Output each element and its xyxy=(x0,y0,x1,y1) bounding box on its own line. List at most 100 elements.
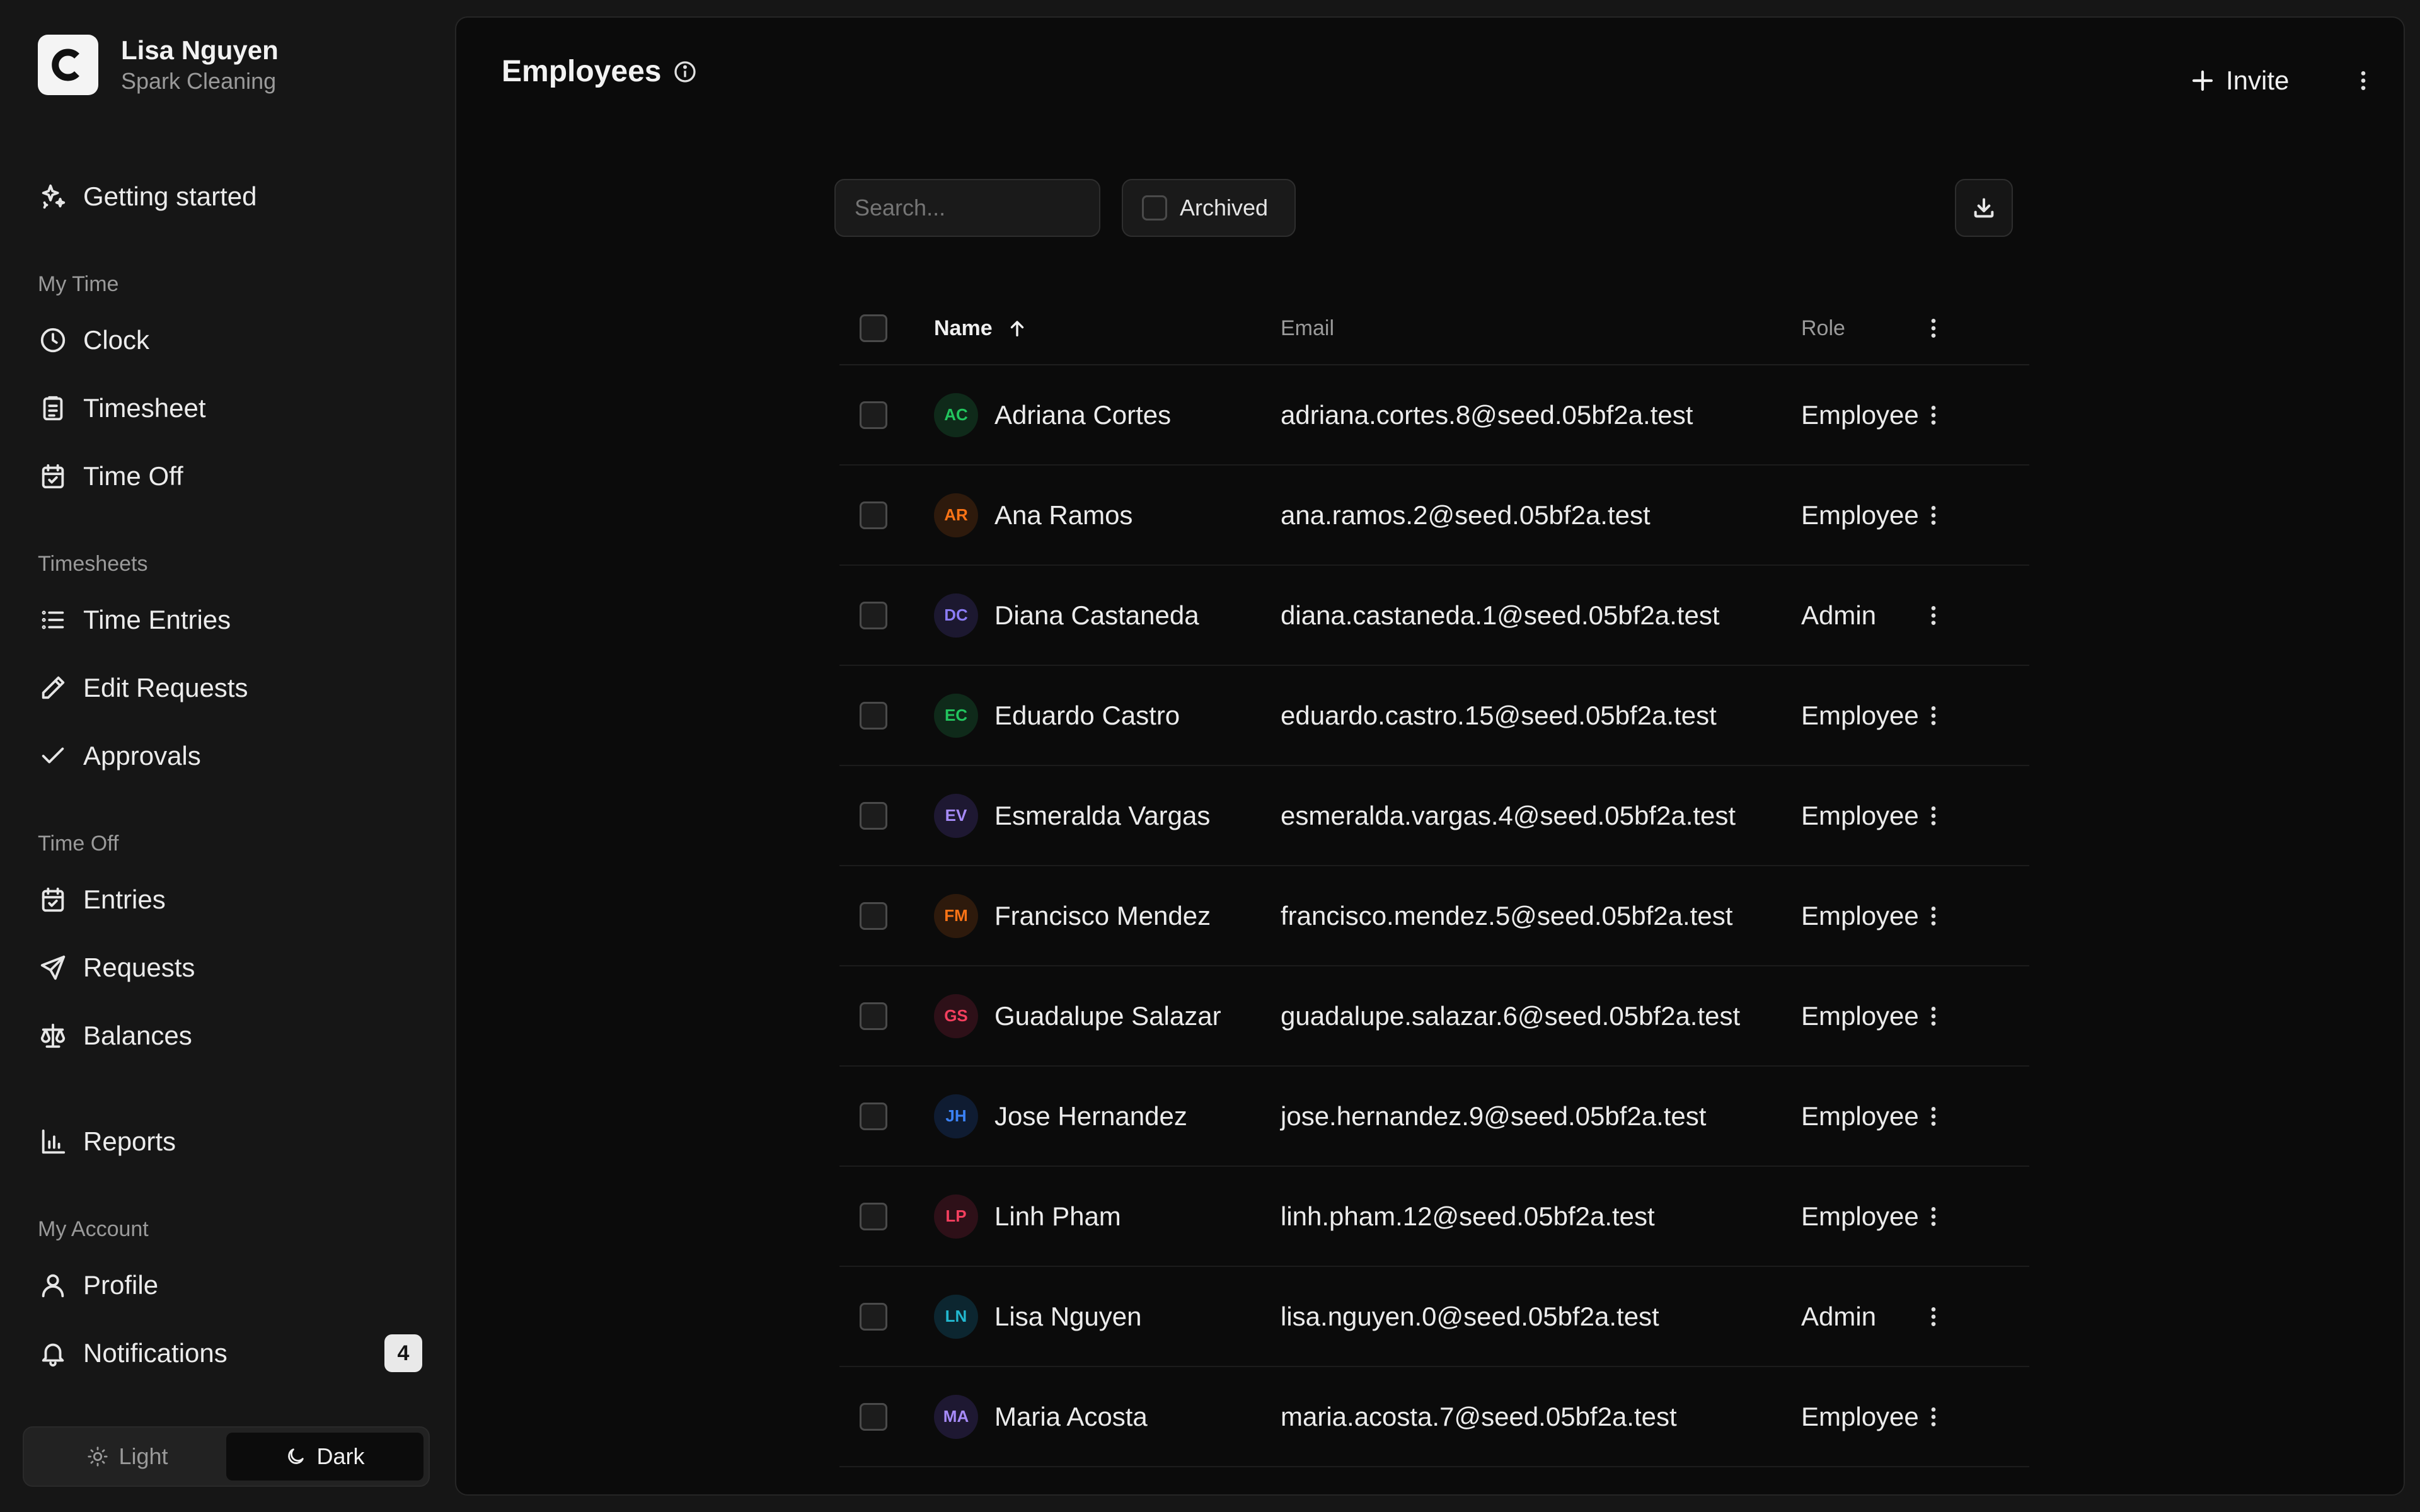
theme-light-button[interactable]: Light xyxy=(29,1433,226,1480)
theme-light-label: Light xyxy=(118,1443,168,1469)
nav-notifications[interactable]: Notifications 4 xyxy=(38,1328,422,1378)
row-menu-button[interactable] xyxy=(1921,966,1946,1065)
table-row[interactable]: GS Guadalupe Salazar guadalupe.salazar.6@s… xyxy=(839,966,2029,1067)
row-checkbox[interactable] xyxy=(860,1402,887,1431)
row-menu-button[interactable] xyxy=(1921,566,1946,665)
employee-email: esmeralda.vargas.4@seed.05bf2a.test xyxy=(1281,800,1736,830)
sparkles-icon xyxy=(38,181,68,212)
header-email[interactable]: Email xyxy=(1281,292,1334,364)
download-icon xyxy=(1974,198,1994,218)
search-input[interactable] xyxy=(834,179,1100,237)
nav-timesheet[interactable]: Timesheet xyxy=(38,383,422,433)
page-more-button[interactable] xyxy=(2344,62,2382,100)
section-my-time: My Time xyxy=(38,272,119,296)
download-button[interactable] xyxy=(1955,179,2013,237)
employee-name-cell[interactable]: EC Eduardo Castro xyxy=(934,666,1180,765)
row-checkbox[interactable] xyxy=(860,1302,887,1331)
row-menu-button[interactable] xyxy=(1921,466,1946,564)
nav-approvals[interactable]: Approvals xyxy=(38,731,422,781)
employee-name-cell[interactable]: LP Linh Pham xyxy=(934,1167,1121,1266)
theme-dark-label: Dark xyxy=(316,1443,365,1469)
table-row[interactable]: EV Esmeralda Vargas esmeralda.vargas.4@see… xyxy=(839,766,2029,866)
archived-filter[interactable]: Archived xyxy=(1122,179,1296,237)
more-vertical-icon xyxy=(1931,1006,1936,1026)
table-row[interactable]: JH Jose Hernandez jose.hernandez.9@seed.05… xyxy=(839,1067,2029,1167)
table-row[interactable]: AR Ana Ramos ana.ramos.2@seed.05bf2a.test E… xyxy=(839,466,2029,566)
nav-label: Time Entries xyxy=(83,605,231,634)
nav-profile[interactable]: Profile xyxy=(38,1260,422,1310)
table-row[interactable]: FM Francisco Mendez francisco.mendez.5@see… xyxy=(839,866,2029,966)
nav-edit-requests[interactable]: Edit Requests xyxy=(38,663,422,713)
table-row[interactable]: MA Maria Acosta maria.acosta.7@seed.05bf2a… xyxy=(839,1367,2029,1467)
row-checkbox[interactable] xyxy=(860,1202,887,1230)
row-check-cell xyxy=(860,566,887,665)
invite-button[interactable]: Invite xyxy=(2177,55,2302,106)
employee-name-cell[interactable]: LN Lisa Nguyen xyxy=(934,1267,1141,1366)
table-row[interactable]: EC Eduardo Castro eduardo.castro.15@seed.0… xyxy=(839,666,2029,766)
row-menu-button[interactable] xyxy=(1921,1067,1946,1166)
table-row[interactable]: DC Diana Castaneda diana.castaneda.1@seed.… xyxy=(839,566,2029,666)
account-org: Spark Cleaning xyxy=(121,68,277,94)
nav-time-off[interactable]: Time Off xyxy=(38,451,422,501)
theme-dark-button[interactable]: Dark xyxy=(226,1433,424,1480)
employee-name-cell[interactable]: AC Adriana Cortes xyxy=(934,365,1171,464)
row-checkbox[interactable] xyxy=(860,902,887,930)
row-checkbox[interactable] xyxy=(860,501,887,529)
row-menu-button[interactable] xyxy=(1921,1367,1946,1466)
employee-name-cell[interactable]: EV Esmeralda Vargas xyxy=(934,766,1210,865)
clipboard-icon xyxy=(38,393,68,423)
info-icon[interactable] xyxy=(672,59,698,84)
employee-name-cell[interactable]: JH Jose Hernandez xyxy=(934,1067,1187,1166)
employee-name-cell[interactable]: FM Francisco Mendez xyxy=(934,866,1211,965)
header-role[interactable]: Role xyxy=(1801,292,1845,364)
row-menu-button[interactable] xyxy=(1921,866,1946,965)
row-checkbox[interactable] xyxy=(860,1102,887,1130)
row-checkbox[interactable] xyxy=(860,601,887,629)
employee-name: Diana Castaneda xyxy=(994,600,1199,630)
nav-time-entries[interactable]: Time Entries xyxy=(38,595,422,645)
employee-name-cell[interactable]: DC Diana Castaneda xyxy=(934,566,1199,665)
row-checkbox[interactable] xyxy=(860,801,887,830)
more-vertical-icon xyxy=(2361,71,2366,90)
employee-role: Employee xyxy=(1801,1201,1919,1231)
table-row[interactable]: AC Adriana Cortes adriana.cortes.8@seed.05… xyxy=(839,365,2029,466)
nav-reports[interactable]: Reports xyxy=(38,1116,422,1167)
header-name[interactable]: Name xyxy=(934,292,1028,364)
nav-entries[interactable]: Entries xyxy=(38,874,422,925)
theme-toggle: Light Dark xyxy=(23,1426,430,1487)
nav-requests[interactable]: Requests xyxy=(38,942,422,993)
employee-name-cell[interactable]: AR Ana Ramos xyxy=(934,466,1132,564)
row-menu-button[interactable] xyxy=(1921,1267,1946,1366)
columns-menu-button[interactable] xyxy=(1921,292,1946,364)
account-switcher[interactable]: Lisa Nguyen Spark Cleaning xyxy=(38,34,279,96)
nav-clock[interactable]: Clock xyxy=(38,315,422,365)
employee-name-cell[interactable]: GS Guadalupe Salazar xyxy=(934,966,1221,1065)
row-checkbox[interactable] xyxy=(860,701,887,730)
plus-icon xyxy=(2192,70,2213,91)
row-menu-button[interactable] xyxy=(1921,666,1946,765)
employee-name: Linh Pham xyxy=(994,1201,1121,1231)
send-icon xyxy=(38,953,68,983)
nav-balances[interactable]: Balances xyxy=(38,1011,422,1061)
user-icon xyxy=(38,1270,68,1300)
nav-label: Time Off xyxy=(83,461,183,491)
row-menu-button[interactable] xyxy=(1921,365,1946,464)
select-all-checkbox[interactable] xyxy=(860,314,887,342)
table-row[interactable]: LP Linh Pham linh.pham.12@seed.05bf2a.test… xyxy=(839,1167,2029,1267)
avatar: EV xyxy=(934,793,978,838)
employee-name-cell[interactable]: MA Maria Acosta xyxy=(934,1367,1148,1466)
employee-name: Francisco Mendez xyxy=(994,900,1211,931)
row-check-cell xyxy=(860,666,887,765)
row-checkbox[interactable] xyxy=(860,401,887,429)
row-menu-button[interactable] xyxy=(1921,1167,1946,1266)
archived-checkbox[interactable] xyxy=(1142,195,1167,220)
row-checkbox[interactable] xyxy=(860,1002,887,1030)
avatar: LN xyxy=(934,1294,978,1339)
more-vertical-icon xyxy=(1931,505,1936,525)
archived-label: Archived xyxy=(1180,195,1269,220)
nav-label: Approvals xyxy=(83,741,201,770)
table-row[interactable]: LN Lisa Nguyen lisa.nguyen.0@seed.05bf2a.t… xyxy=(839,1267,2029,1367)
row-check-cell xyxy=(860,1067,887,1166)
row-menu-button[interactable] xyxy=(1921,766,1946,865)
nav-getting-started[interactable]: Getting started xyxy=(38,171,422,222)
